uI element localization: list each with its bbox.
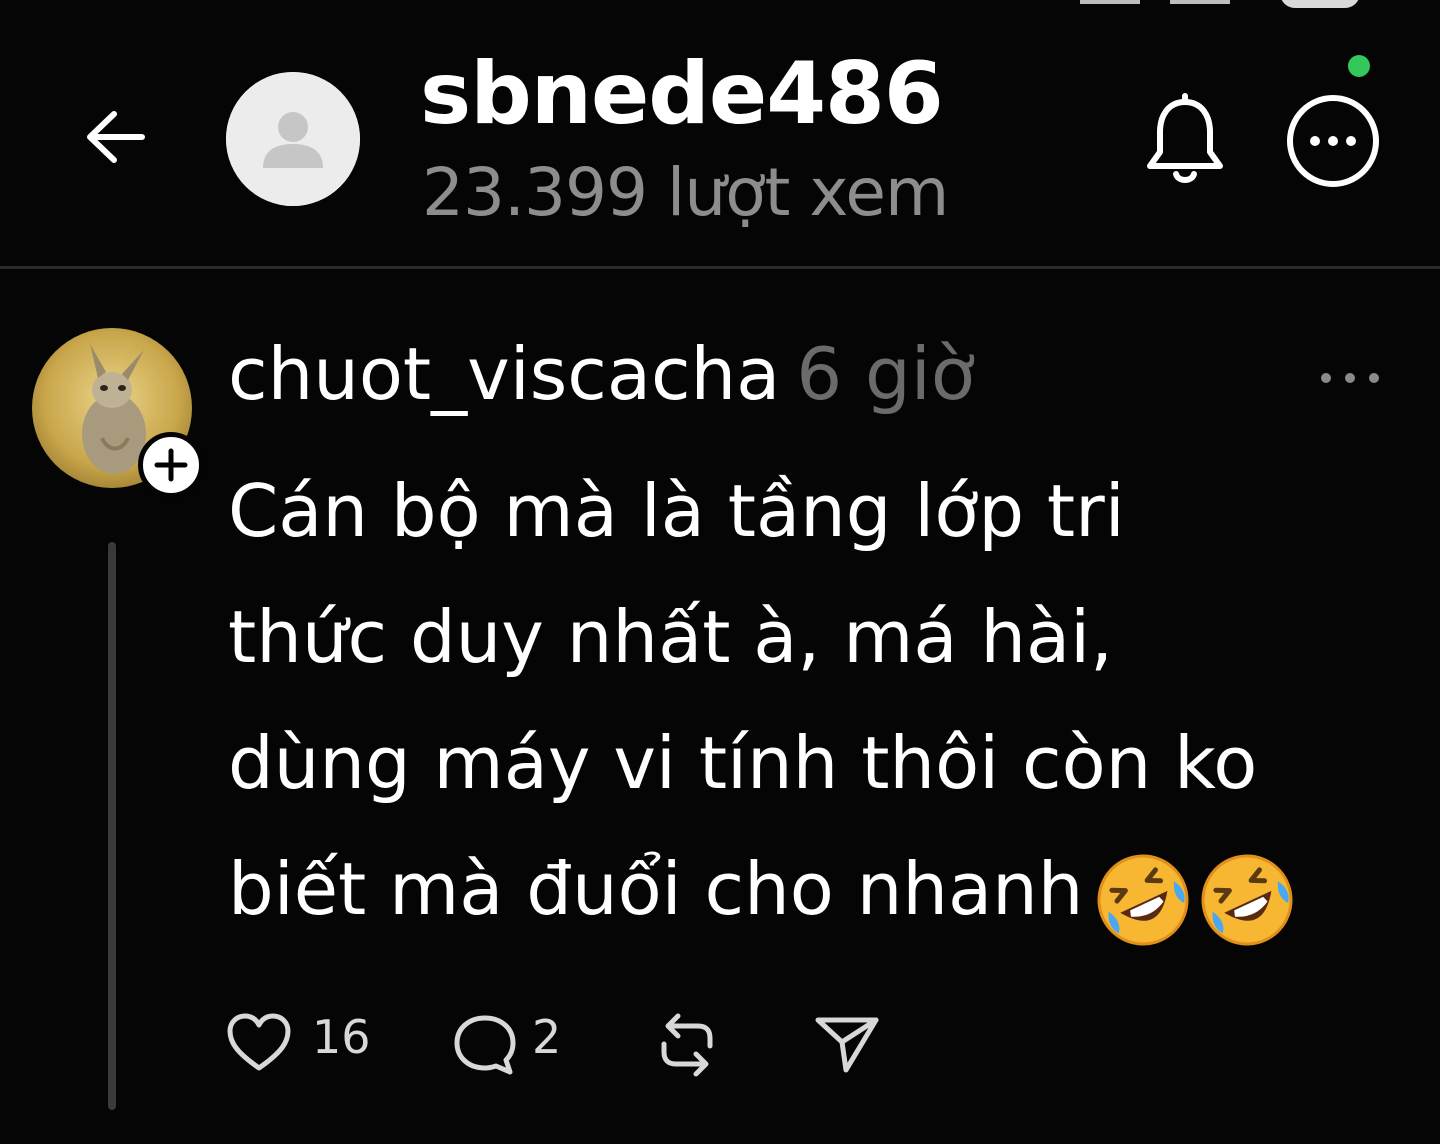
comment-header: chuot_viscacha 6 giờ	[228, 332, 975, 416]
commenter-username[interactable]: chuot_viscacha	[228, 332, 780, 416]
rolling-laughing-emoji-icon	[1093, 850, 1193, 950]
view-count: 23.399 lượt xem	[422, 154, 949, 231]
comment-text-line: biết mà đuổi cho nhanh	[228, 826, 1418, 952]
notification-button[interactable]	[1140, 92, 1230, 188]
signal-icon	[1170, 0, 1230, 4]
rolling-laughing-emoji-icon	[1197, 850, 1297, 950]
post-screen: sbnede486 23.399 lượt xem chuot_viscacha…	[0, 0, 1440, 1144]
comment-text-line-content: biết mà đuổi cho nhanh	[228, 847, 1084, 931]
arrow-left-icon	[87, 111, 145, 163]
follow-button[interactable]	[138, 432, 204, 498]
send-icon	[815, 1017, 879, 1073]
more-circle-icon	[1287, 95, 1379, 187]
ellipsis-icon	[1321, 373, 1379, 383]
plus-icon	[154, 448, 188, 482]
status-bar	[0, 0, 1440, 22]
comment-text-line: Cán bộ mà là tầng lớp tri	[228, 469, 1125, 553]
profile-avatar[interactable]	[226, 72, 360, 206]
like-count: 16	[312, 1010, 371, 1064]
repost-icon	[661, 1013, 713, 1077]
comment-more-button[interactable]	[1318, 366, 1382, 390]
battery-icon	[1280, 0, 1360, 8]
profile-username[interactable]: sbnede486	[420, 44, 944, 144]
more-options-button[interactable]	[1284, 92, 1382, 190]
reply-count: 2	[532, 1010, 562, 1064]
comment-text-line: thức duy nhất à, má hài,	[228, 595, 1113, 679]
header-divider	[0, 266, 1440, 269]
header: sbnede486 23.399 lượt xem	[0, 22, 1440, 250]
repost-button[interactable]	[654, 1008, 720, 1078]
bell-icon	[1147, 93, 1223, 183]
default-avatar-icon	[226, 72, 360, 206]
comment-actions: 16 2	[226, 1008, 926, 1078]
heart-icon	[227, 1013, 291, 1071]
signal-icon	[1080, 0, 1140, 4]
like-button[interactable]: 16	[226, 1008, 376, 1078]
thread-line	[108, 542, 116, 1110]
reply-button[interactable]: 2	[452, 1008, 572, 1078]
share-button[interactable]	[814, 1008, 880, 1078]
emoji-group	[1089, 831, 1297, 957]
comment-text: Cán bộ mà là tầng lớp tri thức duy nhất …	[228, 448, 1418, 952]
back-button[interactable]	[80, 102, 150, 172]
speech-bubble-icon	[454, 1015, 516, 1075]
comment-timestamp: 6 giờ	[796, 332, 975, 416]
comment-item: chuot_viscacha 6 giờ Cán bộ mà là tầng lớ…	[0, 280, 1440, 1144]
comment-text-line: dùng máy vi tính thôi còn ko	[228, 721, 1258, 805]
status-icons	[1060, 0, 1360, 14]
